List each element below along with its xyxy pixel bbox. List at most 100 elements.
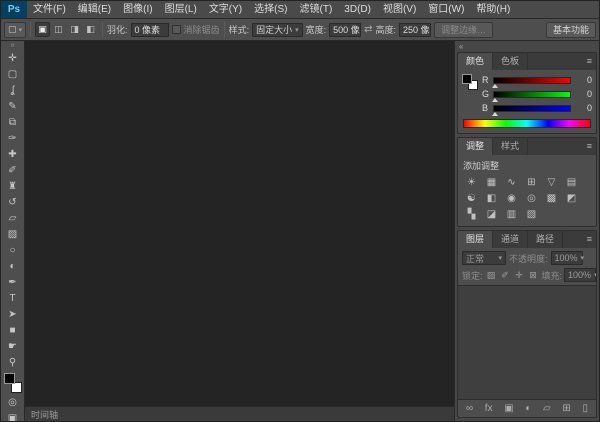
- brush-tool[interactable]: ✐: [3, 162, 23, 178]
- foreground-color-swatch[interactable]: [3, 373, 15, 384]
- blend-mode-select[interactable]: 正常 ▾: [462, 251, 506, 265]
- menu-edit[interactable]: 编辑(E): [72, 1, 117, 18]
- collapse-panels-icon[interactable]: «: [459, 42, 463, 51]
- zoom-tool[interactable]: ⚲: [3, 354, 23, 370]
- channel-red-value[interactable]: 0: [574, 75, 592, 85]
- menu-image[interactable]: 图像(I): [117, 1, 158, 18]
- slider-handle[interactable]: [492, 83, 498, 88]
- delete-layer-icon[interactable]: ▯: [582, 401, 588, 417]
- channel-red-slider[interactable]: [492, 76, 571, 88]
- quick-selection-tool[interactable]: ✎: [3, 98, 23, 114]
- hue-saturation-icon[interactable]: ▤: [563, 175, 580, 189]
- layers-tab-paths[interactable]: 路径: [528, 231, 564, 248]
- menu-view[interactable]: 视图(V): [377, 1, 422, 18]
- slider-handle[interactable]: [492, 97, 498, 102]
- fill-input[interactable]: 100% ▾: [564, 268, 596, 282]
- posterize-icon[interactable]: ▚: [463, 207, 480, 221]
- antialias-checkbox[interactable]: [171, 25, 181, 34]
- channel-blue-slider[interactable]: [492, 104, 571, 116]
- screen-mode-button[interactable]: ▣: [3, 410, 23, 422]
- width-input[interactable]: 500 像素: [329, 22, 362, 37]
- color-swatches[interactable]: [3, 373, 22, 393]
- type-tool[interactable]: T: [3, 290, 23, 306]
- lock-transparent-pixels-icon[interactable]: ▨: [485, 269, 498, 282]
- new-selection-button[interactable]: ▣: [35, 22, 51, 37]
- channel-green-slider[interactable]: [492, 90, 571, 102]
- menu-layer[interactable]: 图层(L): [159, 1, 203, 18]
- path-selection-tool[interactable]: ➤: [3, 306, 23, 322]
- menu-window[interactable]: 窗口(W): [422, 1, 470, 18]
- add-to-selection-button[interactable]: ◫: [51, 22, 66, 37]
- color-balance-icon[interactable]: ☯: [463, 191, 480, 205]
- shape-tool[interactable]: ■: [3, 322, 23, 338]
- panel-menu-icon[interactable]: ≡: [583, 231, 596, 248]
- dodge-tool[interactable]: ◐: [3, 258, 23, 274]
- lock-position-icon[interactable]: ✛: [513, 269, 526, 282]
- channel-mixer-icon[interactable]: ◎: [523, 191, 540, 205]
- swap-width-height-icon[interactable]: ⇄: [364, 24, 372, 35]
- gradient-tool[interactable]: ▨: [3, 226, 23, 242]
- exposure-icon[interactable]: ⊞: [523, 175, 540, 189]
- feather-input[interactable]: 0 像素: [130, 22, 169, 37]
- color-spectrum-ramp[interactable]: [463, 119, 591, 128]
- canvas-area[interactable]: [25, 41, 454, 406]
- menu-3d[interactable]: 3D(D): [338, 1, 377, 18]
- new-layer-icon[interactable]: ⊞: [562, 401, 570, 417]
- new-group-icon[interactable]: ▱: [543, 401, 551, 417]
- link-layers-icon[interactable]: ∞: [466, 401, 473, 417]
- layers-tab-layers[interactable]: 图层: [458, 231, 494, 248]
- opacity-input[interactable]: 100% ▾: [550, 251, 584, 265]
- curves-icon[interactable]: ∿: [503, 175, 520, 189]
- color-panel-swatches[interactable]: [462, 74, 478, 90]
- invert-icon[interactable]: ◩: [563, 191, 580, 205]
- photoshop-logo[interactable]: Ps: [1, 1, 27, 18]
- move-tool[interactable]: ✛: [3, 50, 23, 66]
- adjustments-tab-styles[interactable]: 样式: [493, 138, 529, 155]
- layers-list[interactable]: [458, 285, 596, 400]
- menu-help[interactable]: 帮助(H): [470, 1, 516, 18]
- tool-preset-dropdown[interactable]: ▢ ▾: [4, 21, 27, 38]
- quick-mask-mode-button[interactable]: ◎: [3, 394, 23, 410]
- color-lookup-icon[interactable]: ▩: [543, 191, 560, 205]
- color-tab-color[interactable]: 颜色: [458, 53, 494, 70]
- layer-effects-icon[interactable]: fx: [485, 401, 493, 417]
- eyedropper-tool[interactable]: ✑: [3, 130, 23, 146]
- selective-color-icon[interactable]: ▧: [523, 207, 540, 221]
- height-input[interactable]: 250 像素: [399, 22, 432, 37]
- workspace-switcher-button[interactable]: 基本功能: [545, 21, 596, 38]
- channel-blue-value[interactable]: 0: [574, 103, 592, 113]
- clone-stamp-tool[interactable]: ♜: [3, 178, 23, 194]
- menu-select[interactable]: 选择(S): [248, 1, 293, 18]
- refine-edge-button[interactable]: 调整边缘…: [434, 21, 494, 38]
- blur-tool[interactable]: ○: [3, 242, 23, 258]
- timeline-bar[interactable]: 时间轴: [25, 406, 454, 421]
- menu-filter[interactable]: 滤镜(T): [294, 1, 339, 18]
- black-white-icon[interactable]: ◧: [483, 191, 500, 205]
- hand-tool[interactable]: ☛: [3, 338, 23, 354]
- style-select[interactable]: 固定大小 ▾: [252, 22, 303, 37]
- toolbar-collapse-icon[interactable]: »: [11, 41, 15, 50]
- panel-menu-icon[interactable]: ≡: [583, 53, 596, 70]
- layers-tab-channels[interactable]: 通道: [493, 231, 529, 248]
- rectangular-marquee-tool[interactable]: ▢: [3, 66, 23, 82]
- gradient-map-icon[interactable]: ▥: [503, 207, 520, 221]
- panel-menu-icon[interactable]: ≡: [583, 138, 596, 155]
- color-tab-swatches[interactable]: 色板: [493, 53, 529, 70]
- healing-brush-tool[interactable]: ✚: [3, 146, 23, 162]
- brightness-contrast-icon[interactable]: ☀: [463, 175, 480, 189]
- pen-tool[interactable]: ✒: [3, 274, 23, 290]
- eraser-tool[interactable]: ▱: [3, 210, 23, 226]
- add-layer-mask-icon[interactable]: ▣: [504, 401, 513, 417]
- lock-all-icon[interactable]: ⊠: [527, 269, 540, 282]
- lasso-tool[interactable]: ʆ: [3, 82, 23, 98]
- adjustments-tab-adjustments[interactable]: 调整: [458, 138, 494, 155]
- photo-filter-icon[interactable]: ◉: [503, 191, 520, 205]
- new-adjustment-layer-icon[interactable]: ◐: [525, 401, 531, 417]
- foreground-color-mini-swatch[interactable]: [462, 74, 472, 84]
- lock-image-pixels-icon[interactable]: ✐: [499, 269, 512, 282]
- channel-green-value[interactable]: 0: [574, 89, 592, 99]
- threshold-icon[interactable]: ◪: [483, 207, 500, 221]
- levels-icon[interactable]: ▦: [483, 175, 500, 189]
- vibrance-icon[interactable]: ▽: [543, 175, 560, 189]
- history-brush-tool[interactable]: ↺: [3, 194, 23, 210]
